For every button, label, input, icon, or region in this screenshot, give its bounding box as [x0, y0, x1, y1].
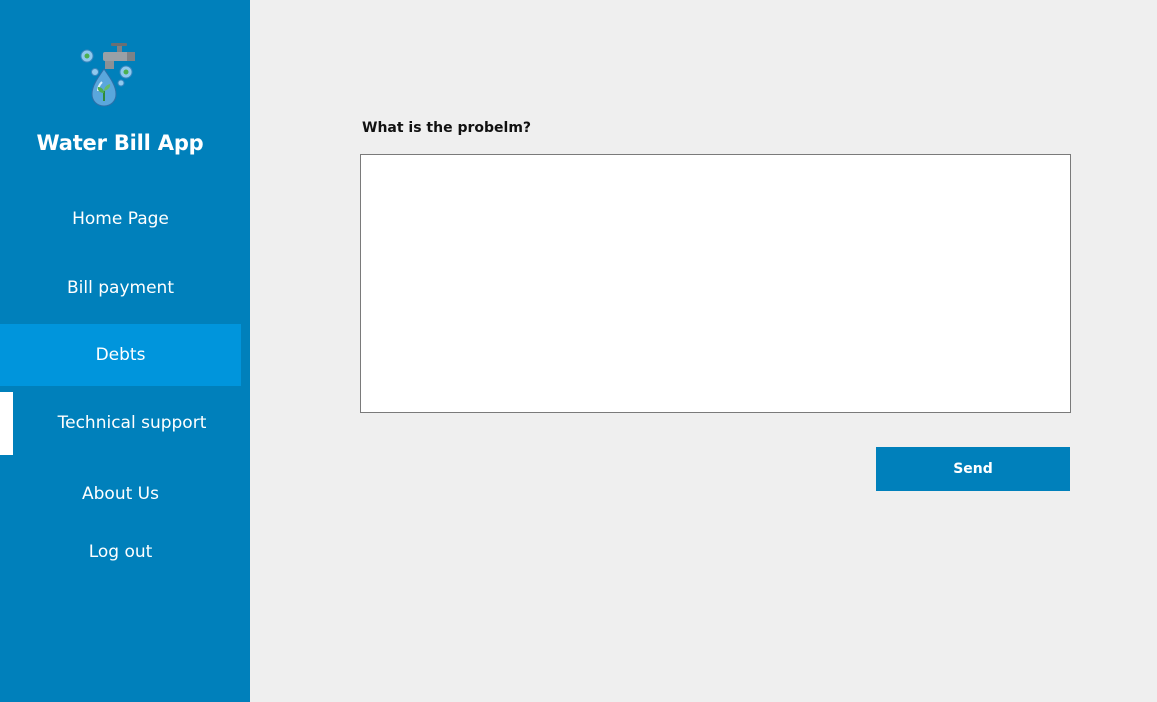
sidebar-item-debts[interactable]: Debts: [0, 324, 241, 386]
sidebar-item-about-us[interactable]: About Us: [0, 479, 241, 509]
sidebar: Water Bill App Home Page Bill payment De…: [0, 0, 250, 702]
problem-question-label: What is the probelm?: [362, 120, 532, 136]
water-faucet-drop-icon: [77, 39, 141, 109]
sidebar-item-bill-payment[interactable]: Bill payment: [0, 273, 241, 303]
send-button[interactable]: Send: [876, 447, 1070, 491]
sidebar-item-home-page[interactable]: Home Page: [0, 204, 241, 234]
app-title: Water Bill App: [36, 131, 204, 155]
problem-description-textarea[interactable]: [360, 154, 1071, 413]
sidebar-item-technical-support[interactable]: Technical support: [0, 392, 241, 455]
app-window: Water Bill App Home Page Bill payment De…: [0, 0, 1157, 702]
sidebar-item-log-out[interactable]: Log out: [0, 537, 241, 567]
